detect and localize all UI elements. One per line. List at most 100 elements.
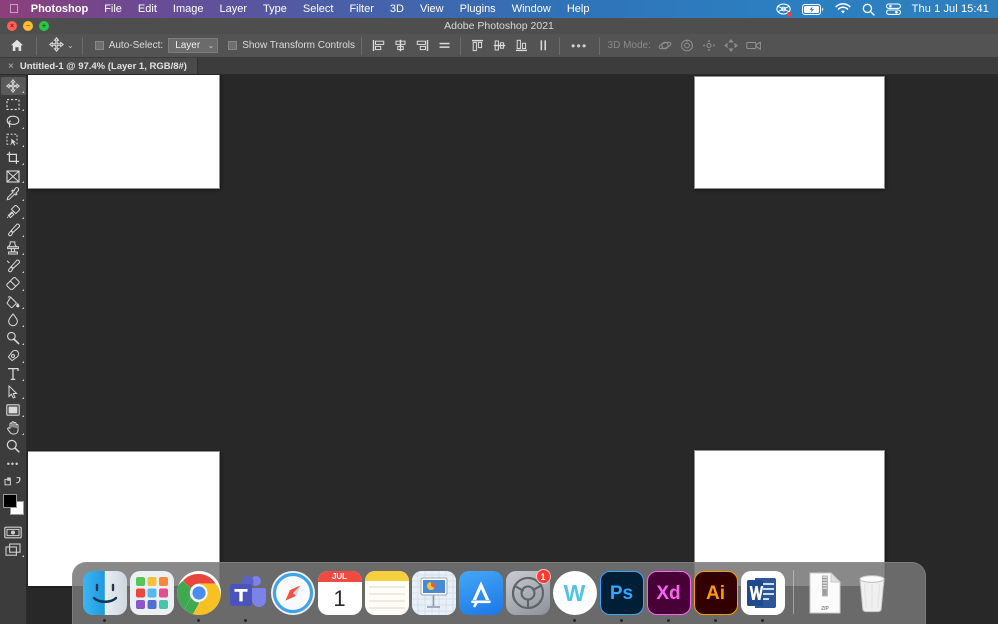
control-center-icon[interactable] [886,0,901,18]
menu-item-layer[interactable]: Layer [211,0,255,18]
type-tool[interactable] [1,365,26,383]
menu-item-help[interactable]: Help [559,0,598,18]
menu-item-window[interactable]: Window [504,0,559,18]
home-icon[interactable] [0,36,30,56]
3d-orbit-icon[interactable] [655,36,675,56]
color-swatches[interactable] [1,492,26,518]
auto-select-checkbox[interactable]: Auto-Select: [95,40,163,51]
dock-item-launchpad[interactable] [128,566,175,622]
apple-logo-icon[interactable]:  [0,0,29,18]
menu-bar-clock[interactable]: Thu 1 Jul 15:41 [912,3,989,15]
notification-badge: 1 [536,569,551,584]
lasso-tool[interactable] [1,113,26,131]
menu-item-edit[interactable]: Edit [130,0,165,18]
align-bottom-edges-icon[interactable] [511,36,531,56]
align-buttons-group [368,36,454,56]
rectangle-tool[interactable] [1,401,26,419]
search-icon[interactable] [862,0,875,18]
close-icon[interactable]: × [8,61,14,72]
history-brush-tool[interactable] [1,257,26,275]
calendar-month: JUL [318,571,362,582]
screen-sharing-icon[interactable] [776,0,791,18]
dock-item-safari[interactable] [269,566,316,622]
brush-tool[interactable] [1,221,26,239]
align-right-edges-icon[interactable] [412,36,432,56]
hand-tool[interactable] [1,419,26,437]
menu-item-plugins[interactable]: Plugins [452,0,504,18]
crop-tool[interactable] [1,149,26,167]
dodge-tool[interactable] [1,329,26,347]
align-top-edges-icon[interactable] [467,36,487,56]
quick-mask-icon[interactable] [1,523,26,541]
safari-icon [271,571,315,615]
eyedropper-tool[interactable] [1,185,26,203]
dock-item-finder[interactable] [81,566,128,622]
tool-group-indicator [22,109,24,111]
screen-mode-icon[interactable] [1,541,26,559]
gradient-paint-bucket-tool[interactable] [1,293,26,311]
move-tool[interactable] [1,77,26,95]
dock-item-adobe-illustrator[interactable]: Ai [692,566,739,622]
align-vertical-centers-icon[interactable] [489,36,509,56]
auto-select-label: Auto-Select: [109,40,163,51]
menu-item-image[interactable]: Image [165,0,212,18]
align-left-edges-icon[interactable] [368,36,388,56]
eraser-tool[interactable] [1,275,26,293]
wifi-icon[interactable] [835,0,851,18]
tool-group-indicator [22,433,24,435]
frame-tool[interactable] [1,167,26,185]
dock-item-adobe-xd[interactable]: Xd [645,566,692,622]
menu-bar-items:  Photoshop File Edit Image Layer Type S… [0,0,597,18]
dock-item-google-chrome[interactable] [175,566,222,622]
more-options-button[interactable]: ••• [566,39,593,53]
default-colors-button[interactable] [1,473,26,491]
menu-item-view[interactable]: View [412,0,452,18]
clone-stamp-tool[interactable] [1,239,26,257]
menu-item-select[interactable]: Select [295,0,342,18]
show-transform-controls-checkbox[interactable]: Show Transform Controls [228,40,355,51]
align-horizontal-centers-icon[interactable] [390,36,410,56]
spot-healing-brush-tool[interactable] [1,203,26,221]
dock-item-notes[interactable] [363,566,410,622]
dock-item-system-preferences[interactable]: 1 [504,566,551,622]
dock-item-microsoft-teams[interactable] [222,566,269,622]
dock-item-app-store[interactable] [457,566,504,622]
dock-item-webex[interactable]: W [551,566,598,622]
edit-toolbar-button[interactable]: ••• [1,455,26,473]
auto-select-scope-dropdown[interactable]: Layer ⌄ [168,38,218,53]
canvas-document-top-right[interactable] [694,76,885,189]
align-top-edges-icon2[interactable] [434,36,454,56]
macos-menu-bar:  Photoshop File Edit Image Layer Type S… [0,0,998,18]
dock-item-zip-archive-file[interactable]: ZIP [801,566,848,622]
quick-selection-tool[interactable] [1,131,26,149]
menu-item-3d[interactable]: 3D [382,0,412,18]
pen-tool[interactable] [1,347,26,365]
dock-item-adobe-photoshop[interactable]: Ps [598,566,645,622]
distribute-icon[interactable] [533,36,553,56]
dock-item-calendar[interactable]: JUL 1 [316,566,363,622]
active-tool-picker[interactable]: ⌄ [43,37,76,55]
menu-item-type[interactable]: Type [255,0,295,18]
path-selection-tool[interactable] [1,383,26,401]
zoom-tool[interactable] [1,437,26,455]
3d-roll-icon[interactable] [677,36,697,56]
canvas-document-top-left[interactable] [28,75,220,189]
menu-item-filter[interactable]: Filter [341,0,381,18]
checkbox-box[interactable] [95,41,104,50]
chevron-down-icon[interactable]: ⌄ [67,41,74,50]
document-tab-untitled-1[interactable]: × Untitled-1 @ 97.4% (Layer 1, RGB/8#) [0,58,198,74]
3d-camera-icon[interactable] [743,36,765,56]
foreground-color-swatch[interactable] [3,494,17,508]
running-indicator [823,619,826,622]
checkbox-box[interactable] [228,41,237,50]
dock-item-keynote[interactable] [410,566,457,622]
rectangular-marquee-tool[interactable] [1,95,26,113]
dock-item-trash[interactable] [848,566,895,622]
menu-item-photoshop[interactable]: Photoshop [29,0,96,18]
3d-slide-icon[interactable] [721,36,741,56]
battery-icon[interactable] [802,0,824,18]
3d-pan-icon[interactable] [699,36,719,56]
menu-item-file[interactable]: File [96,0,130,18]
blur-tool[interactable] [1,311,26,329]
dock-item-microsoft-word[interactable] [739,566,786,622]
